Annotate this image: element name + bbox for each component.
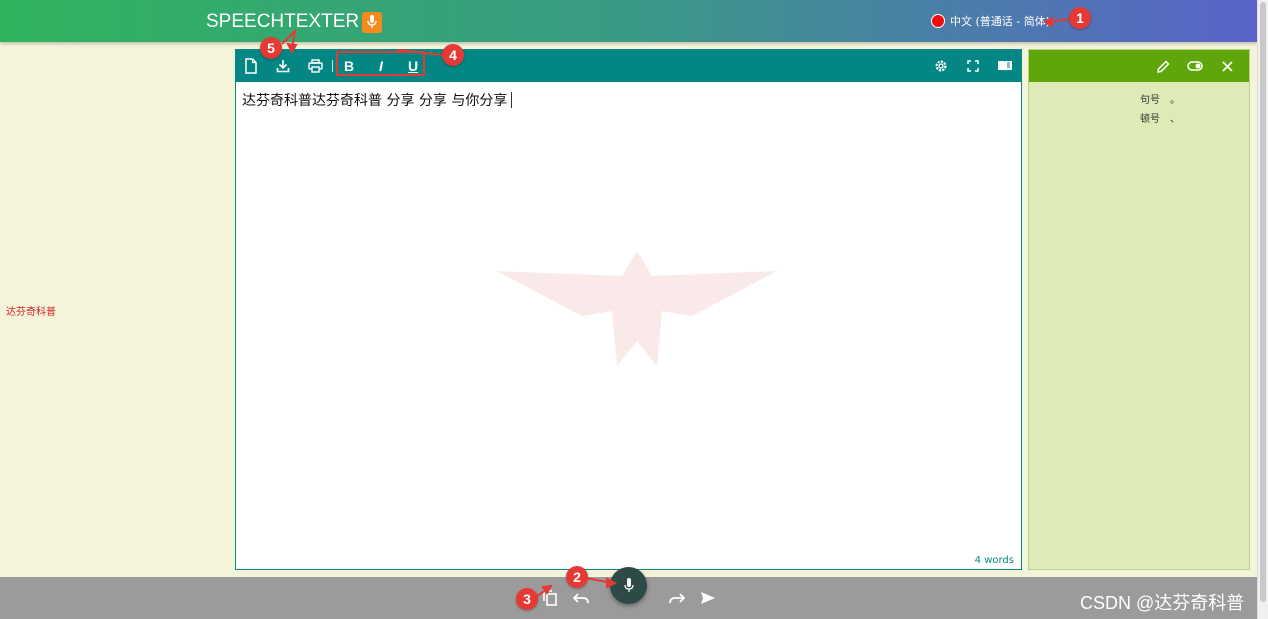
print-icon bbox=[307, 59, 323, 73]
undo-icon bbox=[573, 593, 589, 604]
page-scrollbar[interactable] bbox=[1257, 0, 1268, 619]
fullscreen-icon bbox=[967, 60, 979, 72]
send-button[interactable] bbox=[697, 587, 719, 609]
language-label: 中文 (普通话 - 简体) bbox=[950, 15, 1051, 28]
download-icon bbox=[276, 60, 290, 73]
logo-text: SPEECHTEXTER bbox=[206, 11, 360, 32]
annotation-badge: 2 bbox=[566, 566, 588, 588]
new-document-button[interactable] bbox=[242, 57, 260, 75]
language-selector[interactable]: 中文 (普通话 - 简体) bbox=[931, 13, 1050, 29]
text-editor: B I U 达芬奇科普达芬奇科普 分享 分享 与你分享 4 words bbox=[235, 49, 1022, 570]
settings-button[interactable] bbox=[932, 57, 950, 75]
app-logo[interactable]: SPEECHTEXTER bbox=[206, 10, 383, 34]
copy-icon bbox=[543, 590, 557, 606]
reading-mode-button[interactable] bbox=[996, 57, 1014, 75]
toggle-icon bbox=[1187, 61, 1203, 71]
close-panel-button[interactable] bbox=[1219, 58, 1235, 74]
text-caret bbox=[511, 92, 513, 108]
print-button[interactable] bbox=[306, 57, 324, 75]
punctuation-item[interactable]: 顿号、 bbox=[1140, 110, 1190, 125]
new-document-icon bbox=[245, 58, 257, 74]
edit-icon bbox=[1156, 59, 1170, 73]
punctuation-symbol: 。 bbox=[1170, 95, 1180, 106]
toolbar-divider bbox=[332, 60, 333, 72]
fullscreen-button[interactable] bbox=[964, 57, 982, 75]
toggle-button[interactable] bbox=[1187, 58, 1203, 74]
csdn-watermark: CSDN @达芬奇科普 bbox=[1080, 593, 1245, 613]
annotation-badge: 5 bbox=[260, 37, 282, 59]
recording-status-icon bbox=[931, 14, 945, 28]
editor-content[interactable]: 达芬奇科普达芬奇科普 分享 分享 与你分享 bbox=[242, 90, 513, 110]
punctuation-name: 顿号 bbox=[1140, 114, 1160, 125]
format-buttons-highlight bbox=[336, 51, 425, 76]
transcribed-text: 达芬奇科普达芬奇科普 分享 分享 与你分享 bbox=[242, 93, 508, 109]
punctuation-item[interactable]: 句号。 bbox=[1140, 91, 1190, 106]
download-button[interactable] bbox=[274, 57, 292, 75]
close-icon bbox=[1221, 60, 1233, 72]
punctuation-panel: 句号。 顿号、 bbox=[1028, 49, 1250, 570]
background-bird-logo bbox=[492, 246, 782, 380]
redo-icon bbox=[669, 593, 685, 604]
punctuation-symbol: 、 bbox=[1170, 114, 1180, 125]
redo-button[interactable] bbox=[666, 587, 688, 609]
side-watermark-label: 达芬奇科普 bbox=[6, 307, 56, 318]
scrollbar-thumb[interactable] bbox=[1260, 2, 1266, 602]
undo-button[interactable] bbox=[570, 587, 592, 609]
microphone-icon bbox=[623, 578, 634, 592]
send-icon bbox=[701, 592, 715, 604]
annotation-badge: 3 bbox=[516, 588, 538, 610]
logo-microphone-icon bbox=[362, 11, 383, 33]
copy-button[interactable] bbox=[539, 587, 561, 609]
settings-icon bbox=[935, 60, 947, 72]
punctuation-name: 句号 bbox=[1140, 95, 1160, 106]
edit-button[interactable] bbox=[1155, 58, 1171, 74]
annotation-badge: 1 bbox=[1069, 7, 1091, 29]
reading-mode-icon bbox=[998, 61, 1012, 71]
panel-toolbar bbox=[1029, 50, 1249, 82]
start-dictation-button[interactable] bbox=[610, 567, 647, 604]
word-count: 4 words bbox=[974, 555, 1014, 566]
annotation-badge: 4 bbox=[442, 44, 464, 66]
